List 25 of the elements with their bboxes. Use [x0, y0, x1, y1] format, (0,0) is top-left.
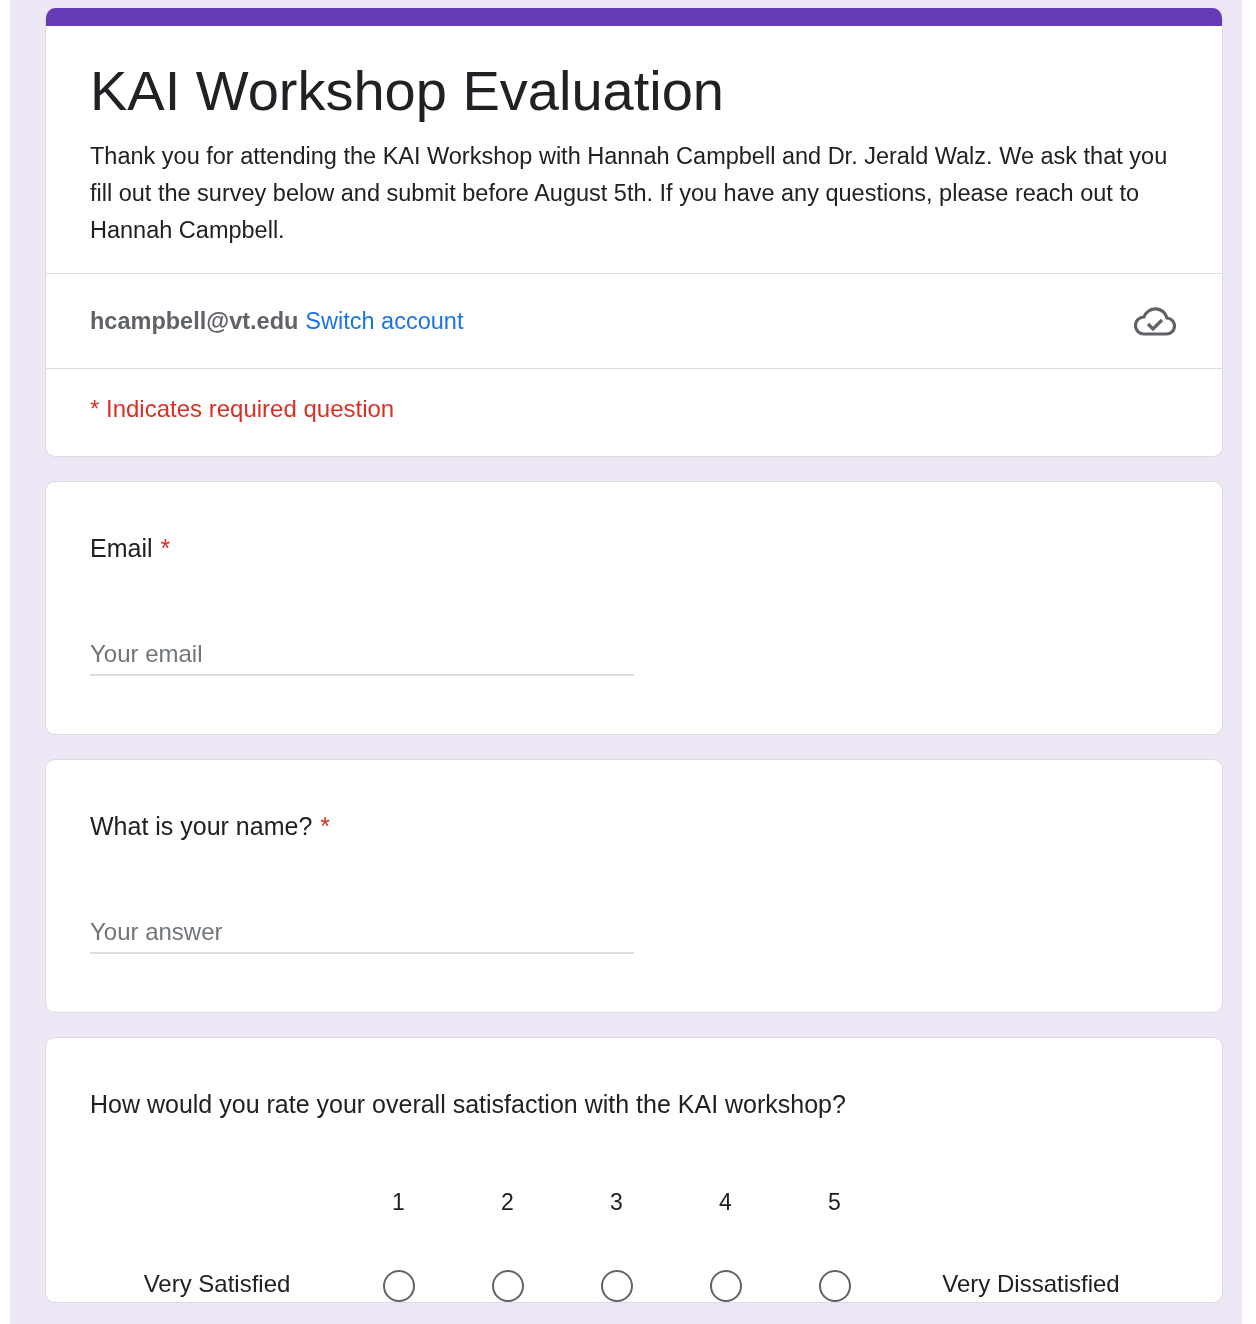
- required-asterisk: *: [160, 533, 171, 564]
- radio-button[interactable]: [382, 1270, 415, 1302]
- radio-button[interactable]: [491, 1270, 524, 1302]
- question-title: Email: [90, 533, 153, 564]
- radio-button[interactable]: [600, 1270, 633, 1302]
- scale-high-label: Very Dissatisfied: [941, 1270, 1121, 1299]
- question-title: What is your name?: [90, 811, 313, 842]
- scale-number: 5: [828, 1188, 841, 1216]
- form-description: Thank you for attending the KAI Workshop with Hannah Campbell and Dr. Jerald Walz. We ask that you fill out the survey below and submit before August 5th. If you have any questions, please reach out to Hannah Campbell.: [90, 142, 1169, 245]
- question-title: How would you rate your overall satisfaction with the KAI workshop?: [90, 1089, 846, 1120]
- answer-field[interactable]: Your answer: [90, 918, 634, 954]
- scale-number: 2: [501, 1188, 514, 1216]
- switch-account-link[interactable]: Switch account: [305, 307, 464, 335]
- radio-button[interactable]: [709, 1270, 742, 1302]
- required-asterisk: *: [320, 811, 331, 842]
- scale-low-label: Very Satisfied: [142, 1270, 292, 1299]
- cloud-check-icon: [1134, 305, 1176, 337]
- radio-button[interactable]: [818, 1270, 851, 1302]
- answer-field[interactable]: Your email: [90, 640, 634, 676]
- required-note: * Indicates required question: [89, 394, 396, 424]
- form-title: KAI Workshop Evaluation: [90, 58, 725, 124]
- scale-number: 1: [392, 1188, 405, 1216]
- account-email: hcampbell@vt.edu: [90, 307, 299, 335]
- scale-number: 4: [719, 1188, 732, 1216]
- scale-number: 3: [610, 1188, 623, 1216]
